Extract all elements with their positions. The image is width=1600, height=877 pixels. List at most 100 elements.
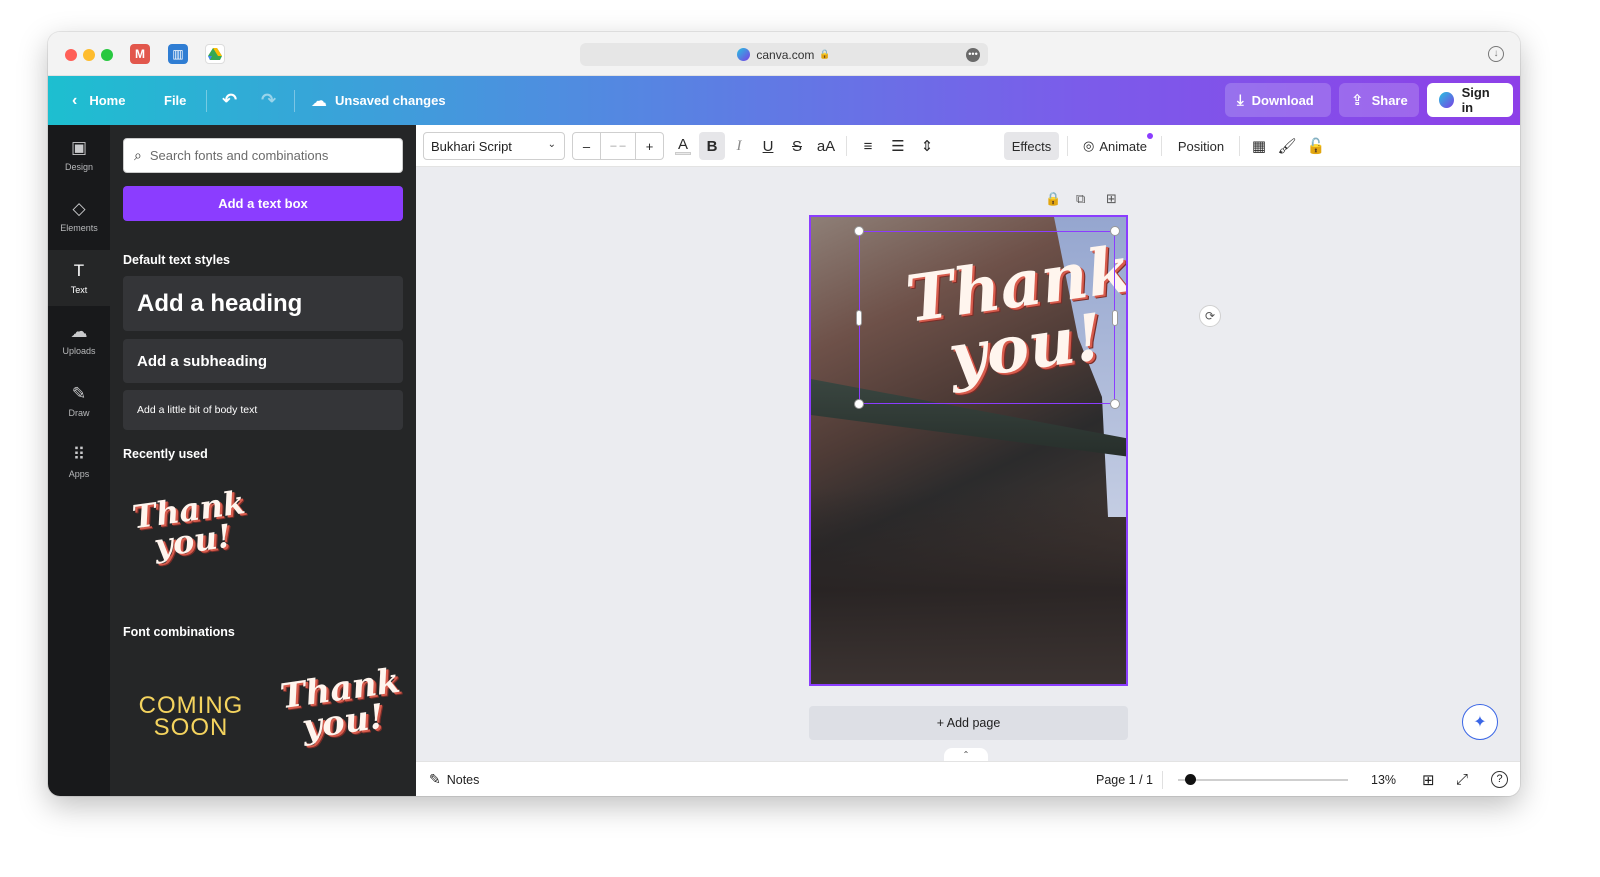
notes-button[interactable]: ✎ Notes	[429, 762, 479, 796]
letter-case-button[interactable]: aA	[814, 132, 838, 160]
lock-icon[interactable]: 🔓	[1305, 132, 1327, 160]
download-label: Download	[1251, 92, 1314, 108]
maximize-window-button[interactable]	[101, 49, 113, 61]
combo1-line2: SOON	[153, 714, 229, 741]
duplicate-page-icon[interactable]: ⧉	[1076, 191, 1085, 207]
app-header: ‹ Home File ↶ ↷ ☁ Unsaved changes ⤓ Down…	[48, 76, 1520, 125]
design-page[interactable]: Thank you!	[809, 215, 1128, 686]
zoom-slider[interactable]	[1178, 779, 1348, 781]
more-icon[interactable]: •••	[966, 48, 980, 62]
add-page-icon[interactable]: ⊞	[1106, 191, 1117, 207]
paint-roller-icon[interactable]: 🖌	[1276, 132, 1298, 160]
font-combinations-title: Font combinations	[123, 625, 235, 639]
spacing-icon[interactable]: ⇕	[915, 132, 939, 160]
rail-item-apps[interactable]: ⠿ Apps	[48, 434, 110, 490]
position-button[interactable]: Position	[1173, 132, 1229, 160]
strikethrough-button[interactable]: S	[787, 132, 807, 160]
resize-handle-w[interactable]	[856, 310, 862, 326]
add-body-text-button[interactable]: Add a little bit of body text	[123, 390, 403, 430]
add-subheading-button[interactable]: Add a subheading	[123, 339, 403, 383]
search-input[interactable]	[149, 148, 380, 163]
upload-icon: ☁	[70, 322, 88, 341]
redo-icon[interactable]: ↷	[261, 76, 276, 125]
bold-button[interactable]: B	[699, 132, 725, 160]
toolbar-divider	[1161, 136, 1162, 156]
fullscreen-icon[interactable]: ⤢	[1456, 762, 1468, 796]
home-button[interactable]: ‹ Home	[72, 76, 125, 125]
text-color-label: A	[677, 135, 688, 153]
underline-button[interactable]: U	[758, 132, 778, 160]
font-size-stepper[interactable]: – – – +	[572, 132, 664, 160]
resize-handle-sw[interactable]	[854, 399, 864, 409]
animate-button[interactable]: ◎ Animate	[1077, 132, 1153, 160]
notes-label: Notes	[446, 772, 480, 787]
magic-sparkle-icon[interactable]: ✦	[1462, 704, 1498, 740]
zoom-slider-knob[interactable]	[1184, 774, 1196, 785]
share-button[interactable]: ⇪ Share	[1339, 83, 1419, 117]
combo2-line2: you!	[299, 696, 387, 748]
combo-thank-you[interactable]: Thank you!	[278, 661, 403, 773]
add-heading-button[interactable]: Add a heading	[123, 276, 403, 331]
grid-view-icon[interactable]: ⊞	[1422, 762, 1435, 796]
design-icon: ▣	[70, 138, 88, 157]
decrease-size-button[interactable]: –	[573, 133, 601, 159]
rail-item-design[interactable]: ▣ Design	[48, 127, 110, 183]
zoom-level[interactable]: 13%	[1371, 762, 1396, 796]
close-window-button[interactable]	[65, 49, 77, 61]
header-divider	[294, 90, 295, 112]
rail-item-text[interactable]: T Text	[48, 250, 110, 306]
home-label: Home	[89, 93, 126, 108]
new-badge-dot	[1147, 133, 1153, 139]
resize-handle-e[interactable]	[1112, 310, 1118, 326]
rotate-icon[interactable]: ⟳	[1199, 305, 1221, 327]
rail-item-draw[interactable]: ✎ Draw	[48, 373, 110, 429]
add-page-button[interactable]: + Add page	[809, 706, 1128, 740]
align-center-icon[interactable]: ≡	[856, 132, 880, 160]
page-indicator[interactable]: Page 1 / 1	[1096, 762, 1153, 796]
resize-handle-se[interactable]	[1110, 399, 1120, 409]
recently-used-title: Recently used	[123, 447, 208, 461]
font-search[interactable]: ⌕	[123, 138, 403, 173]
file-menu-button[interactable]: File	[164, 76, 186, 125]
resize-handle-ne[interactable]	[1110, 226, 1120, 236]
effects-button[interactable]: Effects	[1004, 132, 1059, 160]
color-swatch	[675, 151, 691, 155]
rail-item-label: Design	[64, 162, 93, 172]
downloads-icon[interactable]: ↓	[1488, 46, 1504, 62]
animate-icon: ◎	[1082, 138, 1095, 153]
text-color-button[interactable]: A	[672, 132, 694, 160]
rail-item-label: Elements	[60, 223, 98, 233]
chevron-up-icon[interactable]: ⌃	[944, 748, 988, 761]
browser-window: M ▥ canva.com 🔒 ••• ↓ ‹ Home File ↶ ↷ ☁ …	[48, 32, 1520, 796]
sign-in-button[interactable]: Sign in	[1427, 83, 1513, 117]
cloud-off-icon: ☁	[311, 92, 327, 110]
mail-icon[interactable]: M	[130, 44, 150, 64]
combo-coming-soon[interactable]: COMING SOON	[132, 694, 250, 741]
drive-icon[interactable]	[205, 44, 225, 64]
transparency-icon[interactable]: ▦	[1248, 132, 1270, 160]
text-icon: T	[73, 261, 85, 280]
italic-button[interactable]: I	[729, 132, 749, 160]
help-icon[interactable]: ?	[1491, 762, 1508, 796]
resize-handle-nw[interactable]	[854, 226, 864, 236]
address-bar[interactable]: canva.com 🔒 •••	[580, 43, 988, 66]
undo-icon[interactable]: ↶	[222, 76, 237, 125]
list-icon[interactable]: ☰	[886, 132, 910, 160]
increase-size-button[interactable]: +	[635, 133, 663, 159]
recent-text-style[interactable]: Thank you!	[130, 483, 247, 595]
add-text-box-button[interactable]: Add a text box	[123, 186, 403, 221]
font-size-input[interactable]: – –	[601, 133, 635, 159]
apps-icon: ⠿	[72, 445, 86, 464]
left-rail: ▣ Design ◇ Elements T Text ☁ Uploads ✎ D…	[48, 125, 110, 796]
save-status[interactable]: ☁ Unsaved changes	[311, 76, 446, 125]
rail-item-uploads[interactable]: ☁ Uploads	[48, 311, 110, 367]
download-button[interactable]: ⤓ Download	[1225, 83, 1331, 117]
rail-item-elements[interactable]: ◇ Elements	[48, 188, 110, 244]
rail-item-label: Uploads	[62, 346, 96, 356]
minimize-window-button[interactable]	[83, 49, 95, 61]
lock-page-icon[interactable]: 🔒	[1045, 191, 1061, 207]
chevron-left-icon: ‹	[72, 91, 78, 109]
footer-divider	[1162, 771, 1163, 789]
font-family-dropdown[interactable]: Bukhari Script ⌄	[423, 132, 565, 160]
trello-icon[interactable]: ▥	[168, 44, 188, 64]
